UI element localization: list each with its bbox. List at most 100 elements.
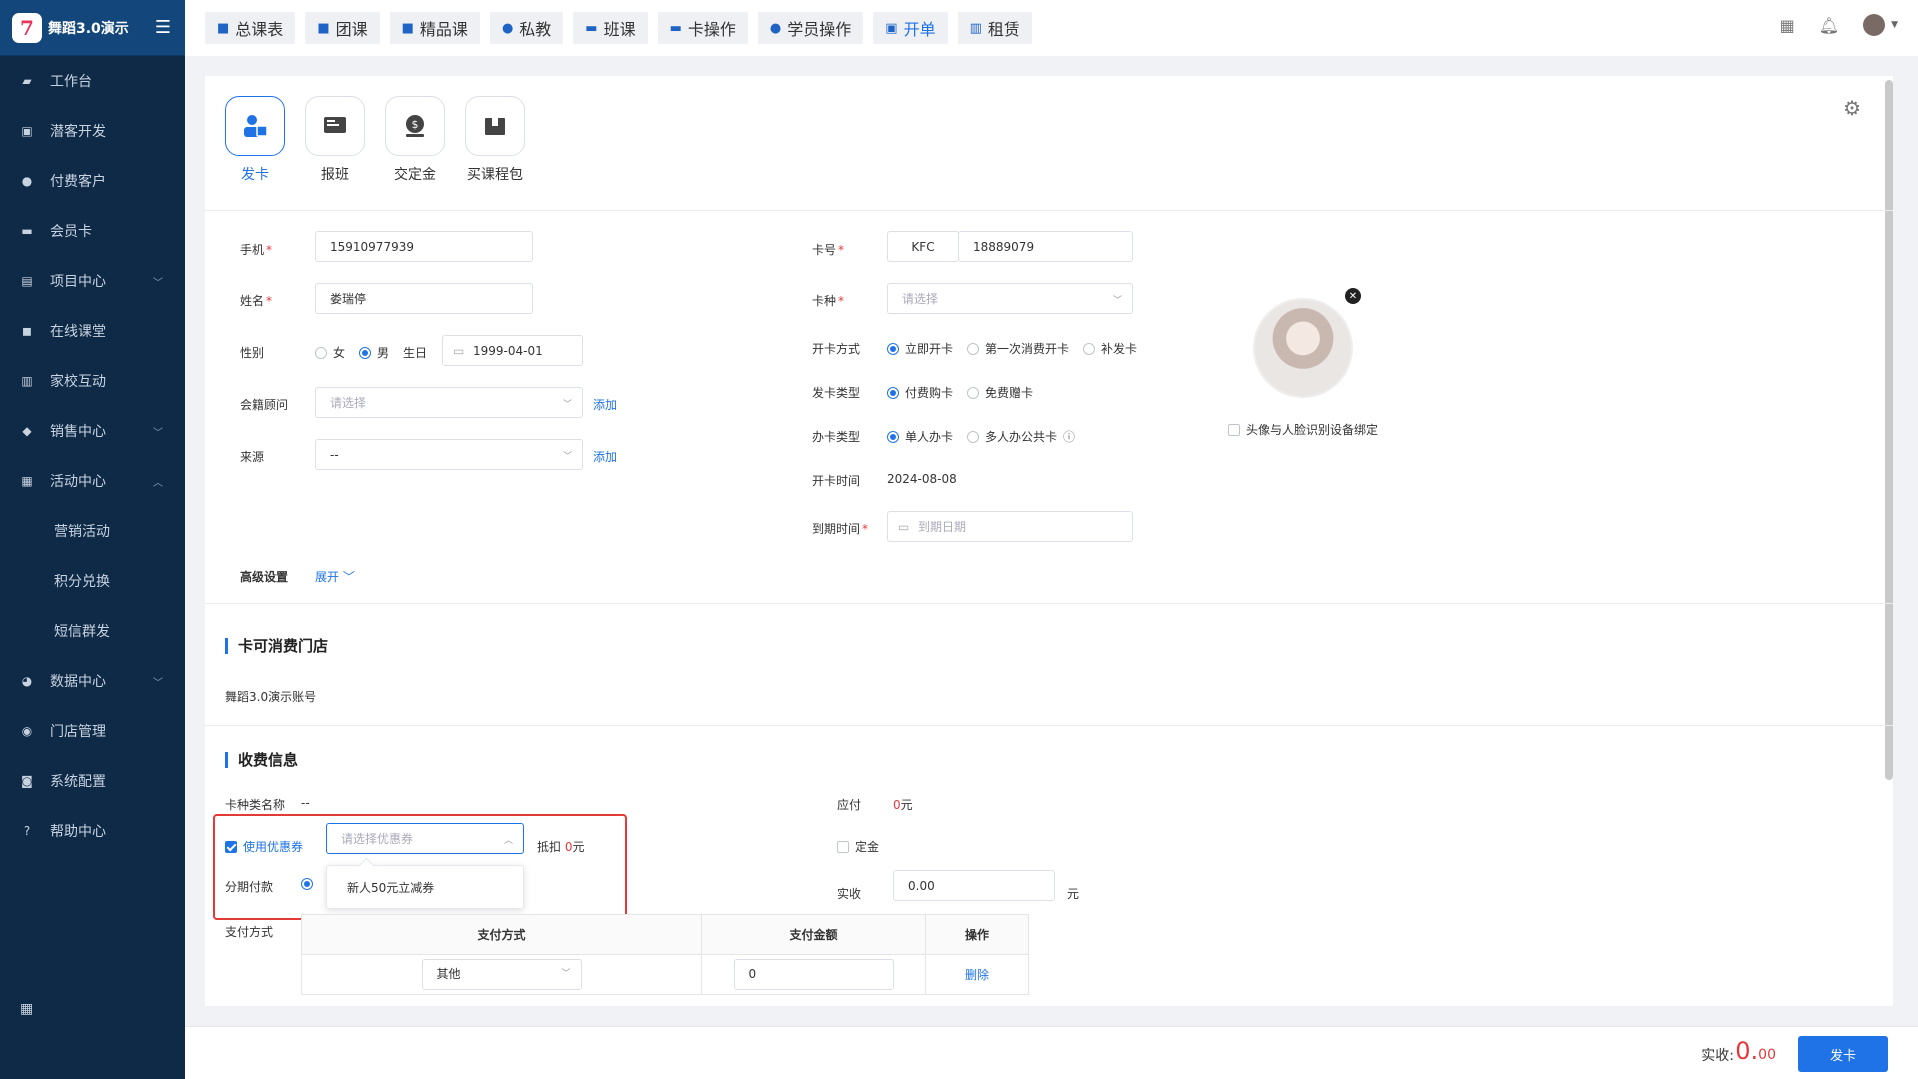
- fees-section-title: 收费信息: [225, 752, 298, 768]
- pay-amount-input[interactable]: 0: [733, 959, 894, 990]
- member-photo[interactable]: [1253, 298, 1353, 398]
- open-first-use-radio[interactable]: 第一次消费开卡: [967, 340, 1069, 357]
- store-name: 舞蹈3.0演示账号: [225, 690, 317, 704]
- gear-icon[interactable]: ⚙: [1843, 96, 1861, 120]
- cardname-value: --: [301, 796, 310, 810]
- deposit-checkbox[interactable]: 定金: [837, 838, 879, 855]
- sidebar-item-sms[interactable]: 短信群发: [0, 606, 185, 656]
- cardno-prefix[interactable]: KFC: [887, 231, 959, 262]
- gender-radios: 女 男 生日: [315, 344, 435, 361]
- chevron-down-icon: ﹀: [561, 969, 571, 979]
- issue-paid-radio[interactable]: 付费购卡: [887, 384, 953, 401]
- sidebar-item-classroom[interactable]: ◼ 在线课堂: [0, 306, 185, 356]
- handle-type-label: 办卡类型: [812, 430, 861, 444]
- sidebar-item-customers[interactable]: ● 付费客户: [0, 156, 185, 206]
- top-btn-private[interactable]: ● 私教: [489, 12, 564, 44]
- calendar-icon: ▭: [453, 343, 465, 358]
- close-icon[interactable]: ✕: [1345, 288, 1361, 304]
- top-btn-group[interactable]: ■ 团课: [305, 12, 380, 44]
- top-btn-student-ops[interactable]: ● 学员操作: [757, 12, 864, 44]
- expand-advanced-link[interactable]: 展开 ﹀: [315, 568, 355, 585]
- issue-card-submit-button[interactable]: 发卡: [1798, 1036, 1888, 1072]
- sidebar-item-help[interactable]: ? 帮助中心: [0, 806, 185, 856]
- qrcode-icon[interactable]: ▦: [1780, 16, 1795, 35]
- scrollbar[interactable]: [1885, 80, 1893, 780]
- app-title: 舞蹈3.0演示: [48, 20, 129, 37]
- expire-input[interactable]: ▭ 到期日期: [887, 511, 1133, 542]
- card-icon: ▬: [669, 20, 682, 36]
- sidebar-item-sales[interactable]: ◆ 销售中心 ﹀: [0, 406, 185, 456]
- top-btn-premium[interactable]: ■ 精品课: [389, 12, 480, 44]
- chevron-down-icon: ﹀: [153, 277, 163, 289]
- advisor-select[interactable]: 请选择 ﹀: [315, 387, 583, 418]
- sidebar-item-store[interactable]: ◉ 门店管理: [0, 706, 185, 756]
- coupon-dropdown-option[interactable]: 新人50元立减券: [326, 865, 524, 909]
- source-select[interactable]: -- ﹀: [315, 439, 583, 470]
- tab-issue-card[interactable]: 发卡: [225, 96, 285, 184]
- add-advisor-link[interactable]: 添加: [593, 396, 617, 413]
- chevron-down-icon[interactable]: ▼: [1891, 20, 1898, 30]
- open-now-radio[interactable]: 立即开卡: [887, 340, 953, 357]
- sidebar-item-points[interactable]: 积分兑换: [0, 556, 185, 606]
- pay-method-select[interactable]: 其他 ﹀: [421, 959, 582, 990]
- info-icon[interactable]: ⓘ: [1063, 428, 1075, 445]
- birthday-input[interactable]: ▭ 1999-04-01: [442, 335, 583, 366]
- installment-radio[interactable]: [301, 878, 319, 890]
- top-btn-card-ops[interactable]: ▬ 卡操作: [657, 12, 748, 44]
- handle-single-radio[interactable]: 单人办卡: [887, 428, 953, 445]
- sidebar-item-project[interactable]: ▤ 项目中心 ﹀: [0, 256, 185, 306]
- delete-row-link[interactable]: 删除: [965, 968, 989, 982]
- coupon-select[interactable]: 请选择优惠券 ︿: [326, 823, 524, 854]
- customers-icon: ●: [21, 174, 33, 188]
- phone-label: 手机 *: [240, 243, 273, 257]
- handle-shared-radio[interactable]: 多人办公共卡 ⓘ: [967, 428, 1075, 445]
- logo-bar: 7 舞蹈3.0演示 ☰: [0, 0, 185, 56]
- tab-deposit[interactable]: $ 交定金: [385, 96, 445, 184]
- use-coupon-checkbox[interactable]: 使用优惠券: [225, 838, 303, 855]
- user-icon: ●: [769, 20, 782, 36]
- tab-enroll[interactable]: 报班: [305, 96, 365, 184]
- menu-toggle-icon[interactable]: ☰: [155, 17, 171, 38]
- name-input[interactable]: 娄瑞停: [315, 283, 533, 314]
- sidebar-item-activity[interactable]: ▦ 活动中心 ︿: [0, 456, 185, 506]
- bell-icon[interactable]: 🔔︎: [1819, 16, 1839, 35]
- board-icon: [324, 117, 346, 133]
- cardtype-select[interactable]: 请选择 ﹀: [887, 283, 1133, 314]
- sidebar-item-dashboard[interactable]: ▰ 工作台: [0, 56, 185, 106]
- top-right-tools: ▦ 🔔︎ ▼: [1756, 14, 1898, 36]
- sidebar-item-marketing[interactable]: 营销活动: [0, 506, 185, 556]
- sidebar-item-data[interactable]: ◕ 数据中心 ﹀: [0, 656, 185, 706]
- cardtype-label: 卡种 *: [812, 294, 845, 308]
- stores-section-title: 卡可消费门店: [225, 638, 328, 654]
- interaction-icon: ▥: [21, 374, 33, 388]
- top-btn-rental[interactable]: ▥ 租赁: [957, 12, 1032, 44]
- apps-grid-icon[interactable]: ▦: [20, 1001, 33, 1017]
- sidebar-item-interaction[interactable]: ▥ 家校互动: [0, 356, 185, 406]
- chevron-down-icon: ﹀: [153, 677, 163, 689]
- dashboard-icon: ▰: [22, 74, 32, 88]
- payable-value: 0元: [893, 798, 913, 812]
- book-icon: ■: [317, 20, 330, 36]
- sidebar-item-settings[interactable]: ◙ 系统配置: [0, 756, 185, 806]
- sidebar-item-card[interactable]: ▬ 会员卡: [0, 206, 185, 256]
- users-icon: ●: [501, 20, 514, 36]
- issue-free-radio[interactable]: 免费赠卡: [967, 384, 1033, 401]
- user-avatar[interactable]: [1863, 14, 1886, 36]
- card-user-icon: [244, 115, 268, 137]
- add-source-link[interactable]: 添加: [593, 448, 617, 465]
- installment-label: 分期付款: [225, 880, 274, 894]
- actual-input[interactable]: 0.00: [893, 870, 1055, 901]
- gender-male-radio[interactable]: 男: [359, 344, 389, 361]
- cardno-input[interactable]: 18889079: [958, 231, 1133, 262]
- top-btn-class[interactable]: ▬ 班课: [573, 12, 648, 44]
- face-bind-checkbox[interactable]: 头像与人脸识别设备绑定: [1228, 421, 1378, 438]
- tab-course-package[interactable]: 买课程包: [465, 96, 525, 184]
- open-reissue-radio[interactable]: 补发卡: [1083, 340, 1137, 357]
- gender-female-radio[interactable]: 女: [315, 344, 345, 361]
- top-btn-order[interactable]: ▣ 开单: [873, 12, 948, 44]
- table-header-row: 支付方式 支付金额 操作: [301, 914, 1029, 955]
- phone-input[interactable]: 15910977939: [315, 231, 533, 262]
- top-btn-schedule[interactable]: ■ 总课表: [205, 12, 296, 44]
- chevron-down-icon: ﹀: [562, 452, 572, 462]
- sidebar-item-prospect[interactable]: ▣ 潜客开发: [0, 106, 185, 156]
